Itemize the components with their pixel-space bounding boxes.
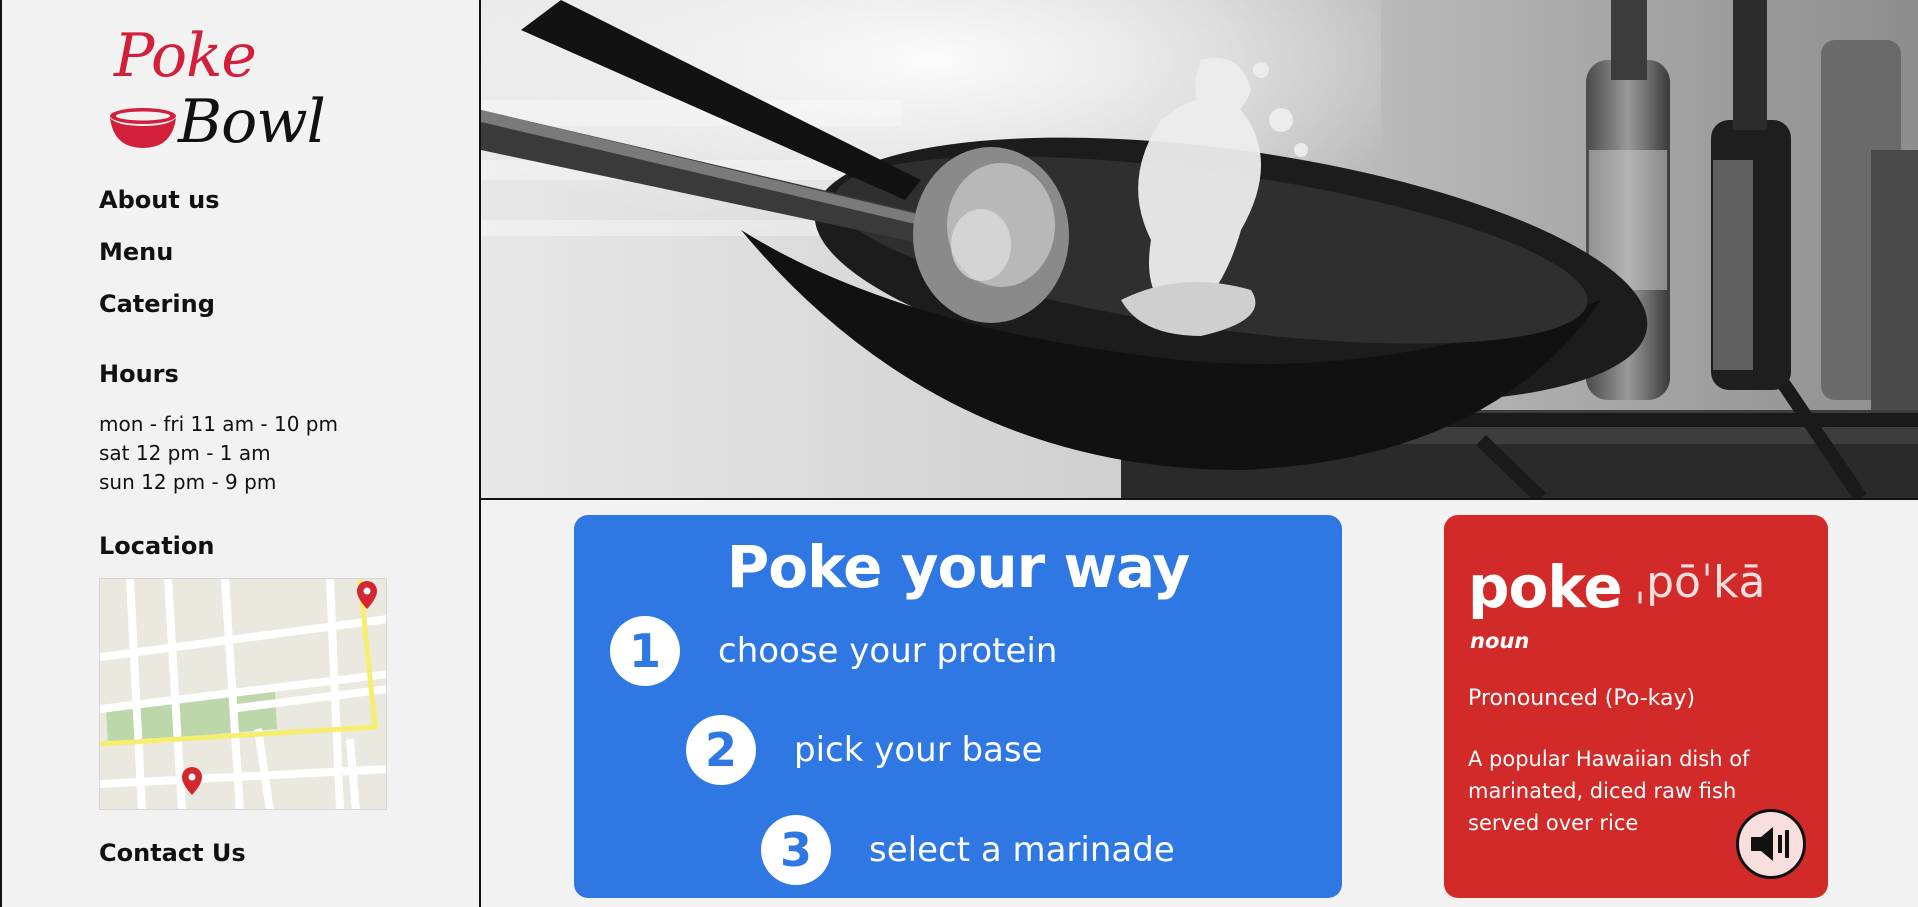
hours-line-weekdays: mon - fri 11 am - 10 pm <box>99 412 338 436</box>
step-text: pick your base <box>794 730 1043 770</box>
step-number: 3 <box>761 815 831 885</box>
hours-line-saturday: sat 12 pm - 1 am <box>99 441 271 465</box>
logo[interactable]: Poke Bowl <box>106 24 326 154</box>
definition-card: poke ˌpōˈkā noun Pronounced (Po-kay) A p… <box>1444 515 1828 898</box>
step-text: select a marinade <box>869 830 1175 870</box>
location-map[interactable] <box>99 578 387 810</box>
bowl-icon <box>110 108 176 148</box>
nav-catering[interactable]: Catering <box>99 288 220 340</box>
definition-phonetic: ˌpōˈkā <box>1634 557 1766 608</box>
play-pronunciation-button[interactable] <box>1736 809 1806 879</box>
hours-title: Hours <box>99 360 179 388</box>
speaker-icon <box>1751 827 1789 861</box>
steps-title: Poke your way <box>726 533 1190 601</box>
steps-card: Poke your way 1 choose your protein 2 pi… <box>574 515 1342 898</box>
step-number: 2 <box>686 715 756 785</box>
step-1: 1 choose your protein <box>610 616 1057 686</box>
definition-part-of-speech: noun <box>1470 629 1530 653</box>
hero-wok-image <box>481 0 1918 498</box>
definition-pronounced: Pronounced (Po-kay) <box>1468 686 1696 711</box>
definition-meaning: A popular Hawaiian dish of marinated, di… <box>1468 747 1750 835</box>
step-text: choose your protein <box>718 631 1058 671</box>
hours-line-sunday: sun 12 pm - 9 pm <box>99 470 277 494</box>
contact-us-link[interactable]: Contact Us <box>99 839 246 867</box>
nav-about-us[interactable]: About us <box>99 184 220 236</box>
sidebar: Poke Bowl About us Menu Catering Hours m… <box>0 0 481 907</box>
step-3: 3 select a marinade <box>761 815 1175 885</box>
definition-word: poke <box>1468 553 1623 621</box>
hero-video <box>481 0 1918 500</box>
logo-text-poke: Poke <box>114 21 257 91</box>
step-2: 2 pick your base <box>686 715 1043 785</box>
main-nav: About us Menu Catering <box>99 184 220 340</box>
step-number: 1 <box>610 616 680 686</box>
nav-menu[interactable]: Menu <box>99 236 220 288</box>
hours-list: mon - fri 11 am - 10 pm sat 12 pm - 1 am… <box>99 410 338 497</box>
location-title: Location <box>99 532 215 560</box>
logo-text-bowl: Bowl <box>178 87 326 157</box>
